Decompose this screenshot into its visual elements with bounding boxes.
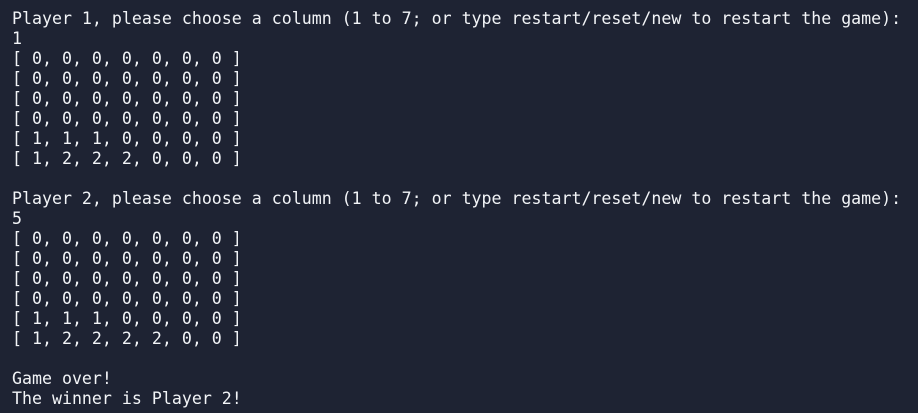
board-after-player2: [ 0, 0, 0, 0, 0, 0, 0 ] [ 0, 0, 0, 0, 0,…: [12, 229, 918, 349]
terminal-output: Player 1, please choose a column (1 to 7…: [0, 0, 918, 413]
player1-prompt: Player 1, please choose a column (1 to 7…: [12, 9, 902, 28]
board-row: [ 1, 1, 1, 0, 0, 0, 0 ]: [12, 129, 242, 148]
board-row: [ 0, 0, 0, 0, 0, 0, 0 ]: [12, 269, 242, 288]
board-row: [ 0, 0, 0, 0, 0, 0, 0 ]: [12, 289, 242, 308]
board-row: [ 0, 0, 0, 0, 0, 0, 0 ]: [12, 229, 242, 248]
board-row: [ 0, 0, 0, 0, 0, 0, 0 ]: [12, 49, 242, 68]
game-over-message: Game over!: [12, 369, 112, 388]
player2-prompt: Player 2, please choose a column (1 to 7…: [12, 189, 902, 208]
board-row: [ 1, 2, 2, 2, 2, 0, 0 ]: [12, 329, 242, 348]
board-row: [ 0, 0, 0, 0, 0, 0, 0 ]: [12, 69, 242, 88]
board-row: [ 0, 0, 0, 0, 0, 0, 0 ]: [12, 89, 242, 108]
board-row: [ 0, 0, 0, 0, 0, 0, 0 ]: [12, 249, 242, 268]
player2-input: 5: [12, 209, 22, 228]
board-row: [ 0, 0, 0, 0, 0, 0, 0 ]: [12, 109, 242, 128]
board-row: [ 1, 2, 2, 2, 0, 0, 0 ]: [12, 149, 242, 168]
winner-message: The winner is Player 2!: [12, 389, 242, 408]
board-after-player1: [ 0, 0, 0, 0, 0, 0, 0 ] [ 0, 0, 0, 0, 0,…: [12, 49, 918, 169]
board-row: [ 1, 1, 1, 0, 0, 0, 0 ]: [12, 309, 242, 328]
player1-input: 1: [12, 29, 22, 48]
